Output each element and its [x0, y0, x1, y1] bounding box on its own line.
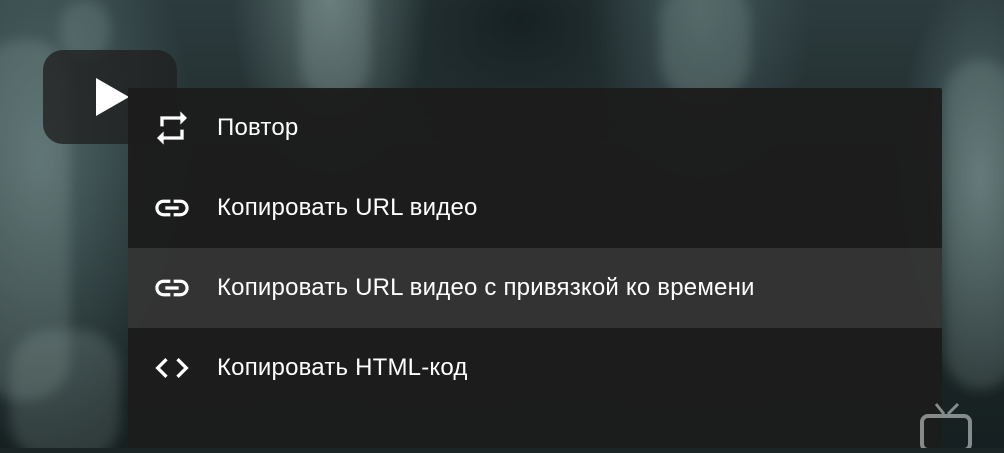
channel-watermark-icon: [914, 400, 974, 452]
link-icon: [152, 188, 192, 228]
menu-item-copy-url-at-time[interactable]: Копировать URL видео с привязкой ко врем…: [128, 248, 942, 328]
code-icon: [152, 348, 192, 388]
menu-item-label: Копировать HTML-код: [217, 354, 468, 381]
menu-item-copy-embed-code[interactable]: Копировать HTML-код: [128, 328, 942, 408]
context-menu: Повтор Копировать URL видео Копировать U…: [128, 88, 942, 448]
menu-item-label: Повтор: [217, 114, 299, 141]
play-icon: [96, 78, 129, 116]
menu-item-label: Копировать URL видео с привязкой ко врем…: [217, 274, 755, 301]
link-icon: [152, 268, 192, 308]
menu-item-label: Копировать URL видео: [217, 194, 478, 221]
menu-item-copy-url[interactable]: Копировать URL видео: [128, 168, 942, 248]
menu-item-repeat[interactable]: Повтор: [128, 88, 942, 168]
repeat-icon: [152, 108, 192, 148]
